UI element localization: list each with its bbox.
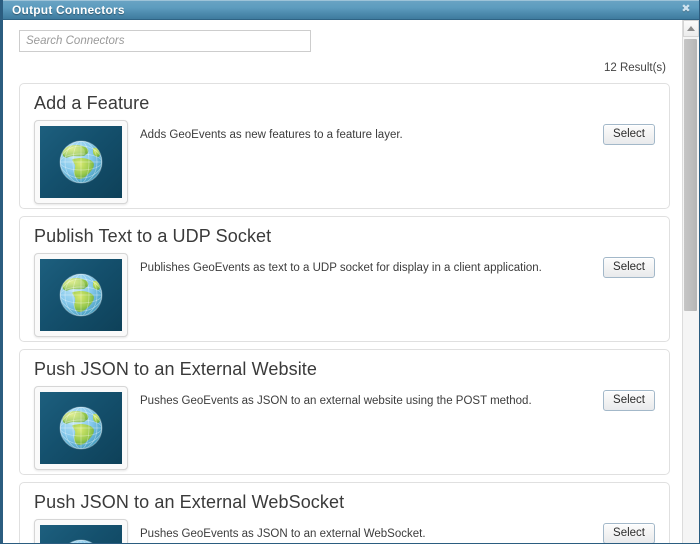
globe-icon bbox=[34, 519, 128, 543]
connector-card[interactable]: Publish Text to a UDP Socket Publishes G… bbox=[19, 216, 670, 342]
globe-icon bbox=[34, 386, 128, 470]
output-connectors-dialog: Output Connectors ✖ 12 Result(s) Add a F… bbox=[0, 0, 700, 544]
dialog-body: 12 Result(s) Add a Feature bbox=[3, 20, 699, 543]
connector-title: Push JSON to an External WebSocket bbox=[34, 492, 345, 512]
connector-card[interactable]: Push JSON to an External WebSocket Pushe… bbox=[19, 482, 670, 543]
select-button[interactable]: Select bbox=[603, 390, 655, 411]
connector-card[interactable]: Push JSON to an External Website Pushes … bbox=[19, 349, 670, 475]
connector-card-row: Pushes GeoEvents as JSON to an external … bbox=[34, 386, 655, 470]
connector-title: Add a Feature bbox=[34, 93, 150, 113]
connector-title: Publish Text to a UDP Socket bbox=[34, 226, 272, 246]
results-count: 12 Result(s) bbox=[604, 62, 666, 74]
dialog-titlebar: Output Connectors ✖ bbox=[3, 0, 699, 20]
connector-title: Push JSON to an External Website bbox=[34, 359, 317, 379]
scroll-up-button[interactable] bbox=[683, 20, 699, 37]
connector-description: Pushes GeoEvents as JSON to an external … bbox=[140, 395, 532, 407]
dialog-title: Output Connectors bbox=[12, 2, 125, 17]
vertical-scrollbar[interactable] bbox=[682, 20, 699, 543]
select-button[interactable]: Select bbox=[603, 257, 655, 278]
search-input[interactable] bbox=[19, 30, 311, 52]
select-button[interactable]: Select bbox=[603, 124, 655, 145]
globe-icon bbox=[34, 120, 128, 204]
connector-description: Pushes GeoEvents as JSON to an external … bbox=[140, 528, 426, 540]
connector-card-row: Adds GeoEvents as new features to a feat… bbox=[34, 120, 655, 204]
connector-description: Publishes GeoEvents as text to a UDP soc… bbox=[140, 262, 542, 274]
results-row: 12 Result(s) bbox=[19, 58, 670, 76]
connector-card-row: Publishes GeoEvents as text to a UDP soc… bbox=[34, 253, 655, 337]
search-row bbox=[19, 30, 670, 52]
connector-card-row: Pushes GeoEvents as JSON to an external … bbox=[34, 519, 655, 543]
globe-icon bbox=[34, 253, 128, 337]
chevron-up-icon bbox=[687, 26, 695, 31]
scrollbar-thumb[interactable] bbox=[684, 39, 697, 311]
close-icon[interactable]: ✖ bbox=[679, 3, 693, 17]
connectors-list-container: 12 Result(s) Add a Feature bbox=[3, 20, 682, 543]
select-button[interactable]: Select bbox=[603, 523, 655, 543]
connector-card[interactable]: Add a Feature Adds GeoEvents as new feat… bbox=[19, 83, 670, 209]
connector-description: Adds GeoEvents as new features to a feat… bbox=[140, 129, 403, 141]
